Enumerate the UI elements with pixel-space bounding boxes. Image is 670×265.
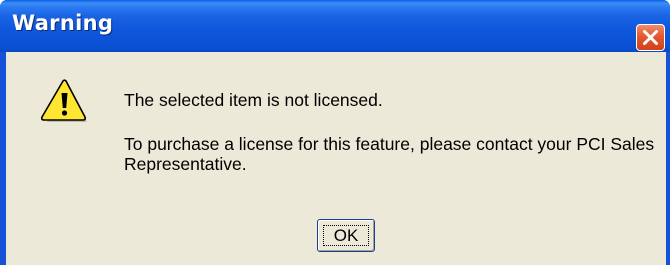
- dialog-title: Warning: [12, 11, 114, 35]
- ok-button-label: OK: [323, 225, 369, 246]
- title-bar[interactable]: Warning: [0, 0, 670, 52]
- message-primary: The selected item is not licensed.: [124, 90, 383, 110]
- ok-button[interactable]: OK: [317, 219, 375, 252]
- message-secondary: To purchase a license for this feature, …: [124, 134, 655, 174]
- close-button[interactable]: [636, 24, 665, 51]
- warning-dialog: Warning The selected item is not license…: [0, 0, 670, 265]
- dialog-body: The selected item is not licensed. To pu…: [6, 52, 666, 265]
- warning-icon: [40, 79, 87, 122]
- close-icon: [643, 30, 658, 45]
